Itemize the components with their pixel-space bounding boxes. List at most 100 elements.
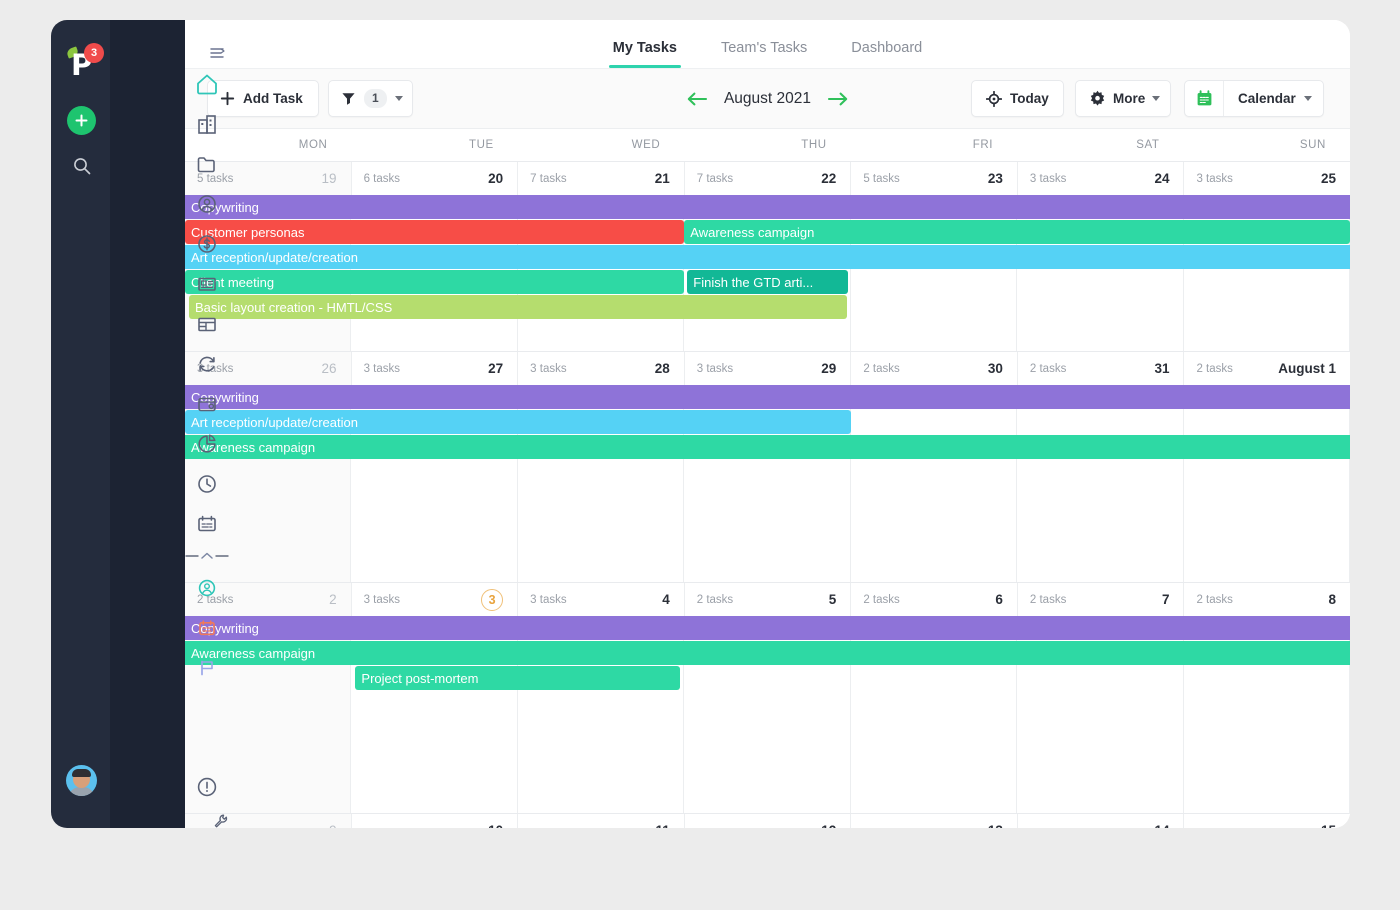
day-header-cell[interactable]: 5 tasks23 bbox=[851, 162, 1018, 195]
day-header-cell[interactable]: 2 tasks8 bbox=[1184, 583, 1350, 616]
tab-my-tasks[interactable]: My Tasks bbox=[591, 40, 699, 68]
day-number[interactable]: 13 bbox=[988, 823, 1003, 828]
sidebar-pinned-profile[interactable] bbox=[169, 568, 244, 608]
task-bar[interactable]: Art reception/update/creation bbox=[185, 410, 851, 434]
calendar-view-label-cell[interactable]: Calendar bbox=[1224, 81, 1323, 116]
day-number[interactable]: 11 bbox=[655, 823, 669, 828]
day-header-cell[interactable]: 3 tasks3 bbox=[352, 583, 519, 616]
day-header-cell[interactable]: 2 tasks31 bbox=[1018, 352, 1185, 385]
day-number[interactable]: 10 bbox=[488, 823, 503, 828]
task-bar[interactable]: Awareness campaign bbox=[684, 220, 1350, 244]
sidebar-item-contacts[interactable] bbox=[169, 184, 244, 224]
day-number[interactable]: 7 bbox=[1162, 592, 1170, 607]
day-number[interactable]: 26 bbox=[322, 361, 337, 376]
sidebar-pinned-flag[interactable] bbox=[169, 648, 244, 688]
sidebar-item-home[interactable] bbox=[169, 64, 244, 104]
sidebar-item-reports[interactable] bbox=[169, 424, 244, 464]
day-number[interactable]: 21 bbox=[655, 171, 670, 186]
day-header-cell[interactable]: 12 bbox=[685, 814, 852, 828]
sidebar-item-calendar[interactable] bbox=[169, 504, 244, 544]
day-number[interactable]: 23 bbox=[988, 171, 1003, 186]
day-number[interactable]: 15 bbox=[1321, 823, 1336, 828]
settings-button[interactable] bbox=[213, 813, 229, 834]
day-header-cell[interactable]: 3 tasks24 bbox=[1018, 162, 1185, 195]
day-cell[interactable] bbox=[851, 385, 1017, 582]
day-header-cell[interactable]: 2 tasks30 bbox=[851, 352, 1018, 385]
day-number[interactable]: 12 bbox=[821, 823, 836, 828]
day-number[interactable]: 30 bbox=[988, 361, 1003, 376]
day-header-cell[interactable]: 3 tasks27 bbox=[352, 352, 519, 385]
day-number[interactable]: 9 bbox=[329, 823, 337, 828]
sidebar-pinned-calendar[interactable] bbox=[169, 608, 244, 648]
task-bar[interactable]: Project post-mortem bbox=[355, 666, 680, 690]
day-header-cell[interactable]: 11 bbox=[518, 814, 685, 828]
day-header-cell[interactable]: 7 tasks21 bbox=[518, 162, 685, 195]
day-header-cell[interactable]: 2 tasks7 bbox=[1018, 583, 1185, 616]
day-header-cell[interactable]: 3 tasks28 bbox=[518, 352, 685, 385]
day-header-cell[interactable]: 3 tasks29 bbox=[685, 352, 852, 385]
day-number[interactable]: 31 bbox=[1154, 361, 1169, 376]
day-header-cell[interactable]: 3 tasks4 bbox=[518, 583, 685, 616]
day-number[interactable]: 5 bbox=[829, 592, 837, 607]
next-month-button[interactable] bbox=[827, 91, 849, 107]
day-header-cell[interactable]: 13 bbox=[851, 814, 1018, 828]
user-avatar[interactable] bbox=[66, 765, 97, 796]
day-number[interactable]: 20 bbox=[488, 171, 503, 186]
day-number[interactable]: 6 bbox=[995, 592, 1003, 607]
sidebar-item-finance[interactable] bbox=[169, 224, 244, 264]
day-header-cell[interactable]: 6 tasks20 bbox=[352, 162, 519, 195]
app-logo[interactable]: P 3 bbox=[65, 45, 101, 79]
collapse-sidebar-button[interactable] bbox=[210, 46, 226, 64]
day-number[interactable]: 4 bbox=[662, 592, 670, 607]
day-number[interactable]: 28 bbox=[655, 361, 670, 376]
task-bar[interactable]: Awareness campaign bbox=[185, 641, 1350, 665]
prev-month-button[interactable] bbox=[686, 91, 708, 107]
add-button[interactable] bbox=[67, 106, 96, 135]
day-header-cell[interactable]: 3 tasks25 bbox=[1184, 162, 1350, 195]
task-bar[interactable]: Client meeting bbox=[185, 270, 684, 294]
day-header-cell[interactable]: 2 tasks6 bbox=[851, 583, 1018, 616]
sidebar-item-timetracking[interactable] bbox=[169, 464, 244, 504]
day-number[interactable]: 24 bbox=[1154, 171, 1169, 186]
day-number[interactable]: 19 bbox=[322, 171, 337, 186]
task-bar[interactable]: Basic layout creation - HMTL/CSS bbox=[189, 295, 847, 319]
day-header-cell[interactable]: 15 bbox=[1184, 814, 1350, 828]
day-cell[interactable] bbox=[1184, 385, 1350, 582]
day-header-cell[interactable]: 10 bbox=[352, 814, 519, 828]
day-number[interactable]: 8 bbox=[1329, 592, 1337, 607]
search-button[interactable] bbox=[68, 152, 96, 180]
sidebar-item-projects[interactable] bbox=[169, 144, 244, 184]
day-header-cell[interactable]: 9 bbox=[185, 814, 352, 828]
task-bar[interactable]: Awareness campaign bbox=[185, 435, 1350, 459]
calendar-view-button[interactable]: Calendar bbox=[1184, 80, 1324, 117]
task-bar[interactable]: Copywriting bbox=[185, 195, 1350, 219]
day-header-cell[interactable]: 2 tasksAugust 1 bbox=[1184, 352, 1350, 385]
notification-badge[interactable]: 3 bbox=[84, 43, 104, 63]
day-header-cell[interactable]: 14 bbox=[1018, 814, 1185, 828]
day-number[interactable]: August 1 bbox=[1278, 361, 1336, 376]
help-button[interactable] bbox=[169, 772, 244, 802]
tab-dashboard[interactable]: Dashboard bbox=[829, 40, 944, 68]
tab-teams-tasks[interactable]: Team's Tasks bbox=[699, 40, 829, 68]
day-header-cell[interactable]: 2 tasks5 bbox=[685, 583, 852, 616]
sidebar-item-invoices[interactable] bbox=[169, 264, 244, 304]
calendar-view-icon-cell[interactable] bbox=[1185, 81, 1224, 116]
task-bar[interactable]: Finish the GTD arti... bbox=[687, 270, 847, 294]
day-number-today[interactable]: 3 bbox=[481, 589, 503, 611]
task-bar[interactable]: Copywriting bbox=[185, 385, 1350, 409]
day-number[interactable]: 22 bbox=[821, 171, 836, 186]
sidebar-item-table[interactable] bbox=[169, 304, 244, 344]
task-bar[interactable]: Copywriting bbox=[185, 616, 1350, 640]
sidebar-item-wallet[interactable] bbox=[169, 384, 244, 424]
sidebar-item-company[interactable] bbox=[169, 104, 244, 144]
task-bar[interactable]: Customer personas bbox=[185, 220, 684, 244]
day-number[interactable]: 14 bbox=[1154, 823, 1169, 828]
more-button[interactable]: More bbox=[1075, 80, 1171, 117]
today-button[interactable]: Today bbox=[971, 80, 1064, 117]
task-bar[interactable]: Art reception/update/creation bbox=[185, 245, 1350, 269]
sidebar-item-refresh[interactable] bbox=[169, 344, 244, 384]
day-number[interactable]: 2 bbox=[329, 592, 337, 607]
day-number[interactable]: 29 bbox=[821, 361, 836, 376]
day-header-cell[interactable]: 7 tasks22 bbox=[685, 162, 852, 195]
sidebar-divider[interactable] bbox=[169, 544, 244, 568]
